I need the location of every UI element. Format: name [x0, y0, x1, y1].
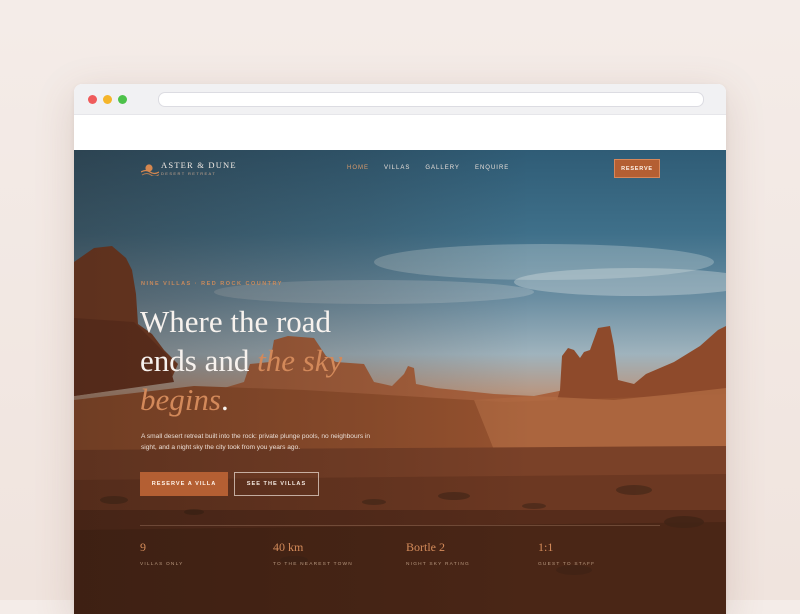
stat-label: TO THE NEAREST TOWN [273, 562, 353, 567]
page-top-blank [74, 115, 726, 151]
top-nav: ASTER & DUNE DESERT RETREAT HOME VILLAS … [74, 150, 726, 190]
headline-accent-begins: begins [140, 382, 221, 417]
nav-link-villas[interactable]: VILLAS [384, 165, 410, 171]
stat-label: NIGHT SKY RATING [406, 562, 470, 567]
headline-period: . [220, 382, 229, 417]
hero-section: ASTER & DUNE DESERT RETREAT HOME VILLAS … [74, 150, 726, 614]
stats-divider [140, 525, 660, 526]
minimize-window-button[interactable] [103, 95, 112, 104]
stat-staff-ratio: 1:1 GUEST TO STAFF [538, 540, 595, 567]
stat-villas: 9 VILLAS ONLY [140, 540, 184, 567]
maximize-window-button[interactable] [118, 95, 127, 104]
nav-link-gallery[interactable]: GALLERY [425, 165, 460, 171]
main-menu: HOME VILLAS GALLERY ENQUIRE [347, 165, 524, 171]
stat-value: 40 km [273, 540, 304, 554]
browser-chrome [74, 84, 726, 115]
stat-sky-rating: Bortle 2 NIGHT SKY RATING [406, 540, 470, 567]
brand-tagline: DESERT RETREAT [161, 171, 217, 176]
stat-value: 1:1 [538, 540, 554, 554]
stat-distance: 40 km TO THE NEAREST TOWN [273, 540, 353, 567]
see-villas-button[interactable]: SEE THE VILLAS [234, 472, 319, 496]
nav-link-home[interactable]: HOME [347, 165, 369, 171]
headline-accent-sky: the sky [257, 343, 343, 378]
stat-value: Bortle 2 [406, 540, 445, 554]
reserve-button[interactable]: RESERVE [614, 159, 660, 178]
nav-link-enquire[interactable]: ENQUIRE [475, 165, 509, 171]
address-bar[interactable] [158, 92, 704, 107]
headline-line-1: Where the road [140, 304, 332, 339]
hero-headline: Where the road ends and the sky begins. [140, 302, 430, 419]
sun-dune-logo-icon[interactable] [141, 162, 159, 176]
brand-name[interactable]: ASTER & DUNE [161, 160, 237, 170]
stat-label: VILLAS ONLY [140, 562, 184, 567]
hero-eyebrow: NINE VILLAS · RED ROCK COUNTRY [141, 281, 283, 287]
reserve-villa-button[interactable]: RESERVE A VILLA [140, 472, 228, 496]
hero-description: A small desert retreat built into the ro… [141, 433, 371, 451]
close-window-button[interactable] [88, 95, 97, 104]
headline-line-2: ends and [140, 343, 258, 378]
stat-value: 9 [140, 540, 146, 554]
stat-label: GUEST TO STAFF [538, 562, 596, 567]
browser-window: ASTER & DUNE DESERT RETREAT HOME VILLAS … [74, 84, 726, 614]
